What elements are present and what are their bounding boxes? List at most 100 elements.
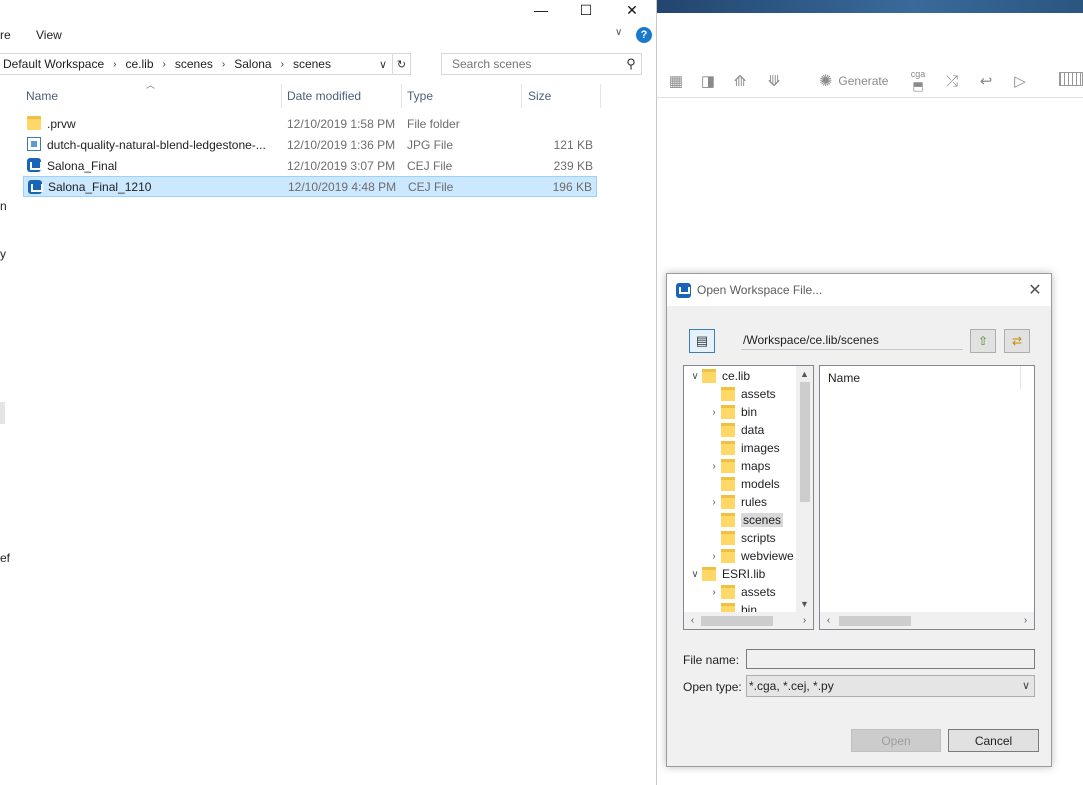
select-shapes-icon[interactable]: ▦ (663, 70, 689, 92)
close-icon[interactable]: ✕ (1025, 280, 1045, 300)
tree-item-assets[interactable]: assets (707, 385, 776, 403)
file-name-field[interactable] (746, 649, 1035, 669)
path-field[interactable]: /Workspace/ce.lib/scenes (741, 331, 963, 350)
go-up-folder-button[interactable]: ⇧ (970, 329, 996, 353)
search-icon[interactable]: ⚲ (621, 56, 641, 72)
column-header-name[interactable]: Name (26, 84, 58, 108)
scroll-left-arrow-icon[interactable]: ‹ (684, 612, 701, 629)
open-button[interactable]: Open (851, 729, 941, 752)
minimize-button[interactable]: — (518, 0, 564, 20)
refresh-button[interactable]: ⇄ (1004, 329, 1030, 353)
chevron-down-icon: ∨ (1021, 680, 1030, 692)
tree-item-rules[interactable]: › rules (707, 493, 767, 511)
tree-item-images[interactable]: images (707, 439, 780, 457)
breadcrumb-separator-icon[interactable]: › (217, 59, 230, 70)
column-divider[interactable] (401, 84, 402, 108)
navigation-pane-text[interactable]: y (0, 247, 6, 261)
horizontal-scrollbar[interactable]: ‹ › (820, 612, 1034, 629)
generate-icon: ✺ (819, 73, 833, 90)
close-button[interactable]: ✕ (609, 0, 655, 20)
scroll-up-arrow-icon[interactable]: ▲ (796, 366, 813, 382)
folder-tree[interactable]: ∨ ce.lib assets › bin data images › maps models › r… (683, 365, 814, 630)
tree-item-webviewe[interactable]: › webviewe (707, 547, 794, 565)
generate-button[interactable]: ✺ Generate (819, 70, 888, 92)
column-divider[interactable] (521, 84, 522, 108)
tree-item-label: scripts (741, 531, 776, 545)
ribbon-tab-view[interactable]: View (36, 28, 62, 42)
tree-item-maps[interactable]: › maps (707, 457, 770, 475)
scrollbar-thumb[interactable] (701, 616, 773, 626)
scrollbar-thumb[interactable] (800, 382, 810, 502)
collapsed-chevron-icon[interactable]: › (707, 497, 721, 508)
split-shapes-icon[interactable]: ⟰ (727, 70, 753, 92)
column-header-date-modified[interactable]: Date modified (287, 84, 361, 108)
breadcrumb-celib[interactable]: ce.lib (122, 57, 158, 71)
tree-item-scenes[interactable]: scenes (707, 511, 784, 529)
file-list[interactable]: Name ‹ › (819, 365, 1035, 630)
breadcrumb-workspace[interactable]: Default Workspace (0, 57, 108, 71)
tree-item-assets[interactable]: › assets (707, 583, 776, 601)
cityengine-toolbar: ▦ ◨ ⟰ ⟱ ✺ Generate cga ⬒ ⤮ ↩ ▷ (657, 64, 1083, 98)
breadcrumb-separator-icon[interactable]: › (108, 59, 121, 70)
breadcrumb-separator-icon[interactable]: › (158, 59, 171, 70)
tree-item-data[interactable]: data (707, 421, 764, 439)
random-seed-icon[interactable]: ⤮ (939, 70, 965, 92)
address-bar[interactable]: Default Workspace › ce.lib › scenes › Sa… (0, 53, 411, 75)
refresh-icon[interactable]: ↻ (392, 54, 410, 74)
vertical-scrollbar[interactable]: ▲ ▼ (796, 366, 813, 612)
scrollbar-thumb[interactable] (839, 616, 911, 626)
file-row[interactable]: Salona_Final 12/10/2019 3:07 PM CEJ File… (23, 155, 597, 176)
ruler-icon[interactable] (1059, 72, 1083, 86)
collapsed-chevron-icon[interactable]: › (707, 461, 721, 472)
scroll-right-arrow-icon[interactable]: › (1017, 612, 1034, 629)
address-history-chevron-icon[interactable]: ∨ (374, 54, 392, 74)
cej-file-icon (28, 180, 43, 194)
play-icon[interactable]: ▷ (1007, 70, 1033, 92)
ribbon-tab-share[interactable]: re (0, 28, 11, 42)
breadcrumb-scenes-current[interactable]: scenes (289, 57, 335, 71)
navigation-pane-text[interactable]: n (0, 199, 7, 213)
horizontal-scrollbar[interactable]: ‹ › (684, 612, 813, 629)
search-input[interactable] (450, 56, 621, 72)
expanded-chevron-icon[interactable]: ∨ (688, 371, 702, 382)
maximize-button[interactable]: ☐ (563, 0, 609, 20)
list-column-header-name[interactable]: Name (820, 366, 1034, 390)
assign-rule-button[interactable]: cga ⬒ (905, 69, 931, 93)
breadcrumb-scenes[interactable]: scenes (171, 57, 217, 71)
toggle-tree-view-button[interactable]: ▤ (689, 329, 715, 353)
tree-item-bin[interactable]: › bin (707, 403, 757, 421)
tree-item-label: images (741, 441, 780, 455)
expand-ribbon-chevron-icon[interactable]: ∨ (615, 27, 622, 38)
cancel-button[interactable]: Cancel (948, 729, 1039, 752)
breadcrumb-separator-icon[interactable]: › (276, 59, 289, 70)
offset-shapes-icon[interactable]: ⟱ (761, 70, 787, 92)
search-box[interactable]: ⚲ (441, 53, 642, 75)
breadcrumb-salona[interactable]: Salona (230, 57, 275, 71)
tree-item-esri-lib[interactable]: ∨ ESRI.lib (688, 565, 765, 583)
open-type-select[interactable]: *.cga, *.cej, *.py ∨ (746, 675, 1035, 697)
file-row-selected[interactable]: Salona_Final_1210 12/10/2019 4:48 PM CEJ… (23, 176, 597, 197)
column-header-type[interactable]: Type (407, 84, 433, 108)
column-header-size[interactable]: Size (528, 84, 551, 108)
expanded-chevron-icon[interactable]: ∨ (688, 569, 702, 580)
file-row[interactable]: dutch-quality-natural-blend-ledgestone-.… (23, 134, 597, 155)
undo-icon[interactable]: ↩ (973, 70, 999, 92)
cityengine-logo-icon (676, 283, 691, 298)
scroll-right-arrow-icon[interactable]: › (796, 612, 813, 629)
collapsed-chevron-icon[interactable]: › (707, 587, 721, 598)
column-divider[interactable] (1020, 366, 1021, 390)
collapsed-chevron-icon[interactable]: › (707, 551, 721, 562)
file-size: 121 KB (553, 137, 593, 152)
tree-item-models[interactable]: models (707, 475, 780, 493)
file-row[interactable]: .prvw 12/10/2019 1:58 PM File folder (23, 113, 597, 134)
column-divider[interactable] (281, 84, 282, 108)
tree-item-scripts[interactable]: scripts (707, 529, 776, 547)
edit-shapes-icon[interactable]: ◨ (695, 70, 721, 92)
navigation-pane-text[interactable]: ef (0, 551, 10, 565)
scroll-down-arrow-icon[interactable]: ▼ (796, 596, 813, 612)
tree-item-ce-lib[interactable]: ∨ ce.lib (688, 367, 750, 385)
help-icon[interactable]: ? (636, 27, 652, 43)
column-divider[interactable] (600, 84, 601, 108)
scroll-left-arrow-icon[interactable]: ‹ (820, 612, 837, 629)
collapsed-chevron-icon[interactable]: › (707, 407, 721, 418)
